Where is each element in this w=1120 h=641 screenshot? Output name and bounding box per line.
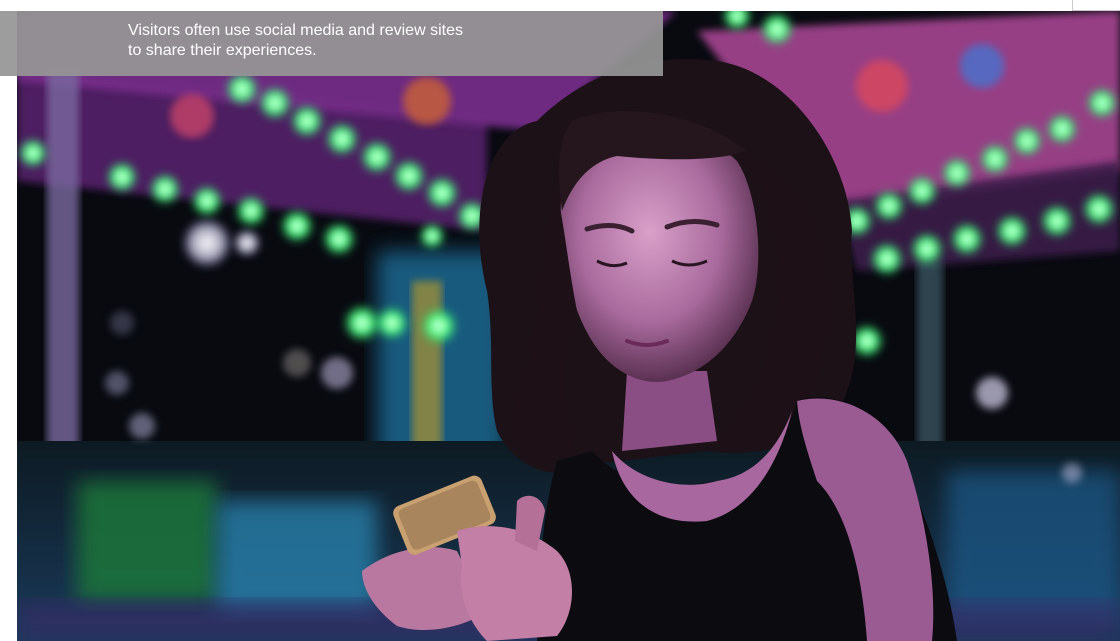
caption-banner: Visitors often use social media and revi…: [0, 11, 663, 76]
corner-tab: [1072, 0, 1120, 11]
slide-stage: Visitors often use social media and revi…: [0, 0, 1120, 641]
caption-text: Visitors often use social media and revi…: [128, 22, 463, 59]
carnival-photo: [17, 11, 1120, 641]
